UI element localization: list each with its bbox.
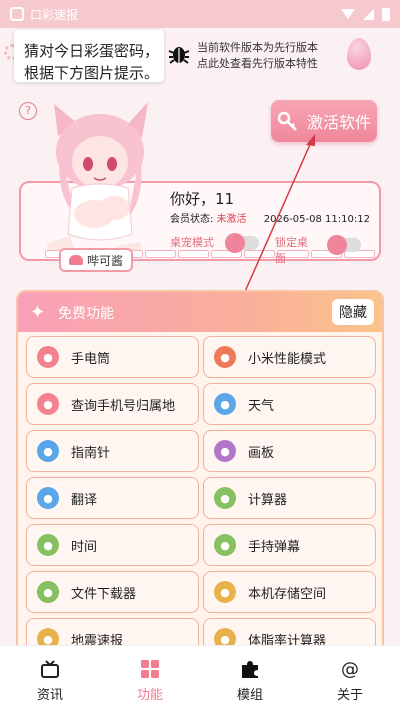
free-functions-panel: ✦ 免费功能 隐藏 ● 手电筒 ● 小米性能模式 ● 查询手机号归属地 ● 天气 ● 指南针 ● 画板…	[16, 290, 384, 660]
hide-button[interactable]: 隐藏	[332, 299, 374, 325]
wifi-icon	[341, 9, 355, 19]
version-line-1: 当前软件版本为先行版本	[197, 41, 318, 54]
easter-egg-hint-card[interactable]: 猜对今日彩蛋密码， 根据下方图片提示。	[14, 30, 164, 82]
grid-icon	[141, 660, 159, 678]
status-icons	[341, 7, 390, 21]
feature-label: 计算器	[248, 492, 288, 508]
feature-item[interactable]: ● 小米性能模式	[203, 336, 376, 378]
panel-title: 免费功能	[58, 306, 114, 322]
drawing-board-icon: ●	[214, 440, 236, 462]
weather-icon: ●	[214, 393, 236, 415]
app-icon	[10, 7, 24, 21]
feature-item[interactable]: ● 文件下载器	[26, 571, 199, 613]
feature-label: 指南针	[71, 445, 111, 461]
lock-desktop-toggle[interactable]	[327, 235, 361, 255]
activate-software-button[interactable]: 激活软件	[271, 100, 377, 142]
at-icon: @	[341, 659, 359, 680]
download-icon: ●	[37, 581, 59, 603]
datetime: 2026-05-08 11:10:12	[263, 214, 370, 225]
mascot-avatar[interactable]	[36, 96, 156, 256]
news-icon	[41, 660, 59, 678]
feature-label: 手持弹幕	[248, 539, 301, 555]
feature-label: 本机存储空间	[248, 586, 327, 602]
feature-item[interactable]: ● 时间	[26, 524, 199, 566]
battery-icon	[382, 7, 390, 21]
help-button[interactable]: ?	[19, 102, 37, 120]
tab-about[interactable]: @ 关于	[300, 646, 400, 710]
status-bar: 口彩速报	[0, 0, 400, 28]
feature-label: 画板	[248, 445, 275, 461]
translate-icon: ●	[37, 487, 59, 509]
compass-icon: ●	[37, 440, 59, 462]
feature-item[interactable]: ● 本机存储空间	[203, 571, 376, 613]
member-status-label: 会员状态:	[170, 214, 214, 225]
tab-news-label: 资讯	[36, 688, 63, 703]
feature-item[interactable]: ● 翻译	[26, 477, 199, 519]
tab-functions[interactable]: 功能	[100, 646, 200, 710]
tab-modules[interactable]: 模组	[200, 646, 300, 710]
feature-label: 翻译	[71, 492, 98, 508]
feature-item[interactable]: ● 查询手机号归属地	[26, 383, 199, 425]
signal-icon	[363, 8, 374, 20]
feature-label: 手电筒	[71, 351, 111, 367]
lock-desktop-label-sub: 面	[275, 252, 286, 265]
feature-item[interactable]: ● 指南针	[26, 430, 199, 472]
feature-item[interactable]: ● 天气	[203, 383, 376, 425]
puzzle-icon	[242, 661, 258, 678]
barrage-icon: ●	[214, 534, 236, 556]
phone-location-icon: ●	[37, 393, 59, 415]
status-title: 口彩速报	[30, 7, 79, 22]
hint-line-1: 猜对今日彩蛋密码，	[24, 42, 160, 60]
bottom-tab-bar: 资讯 功能 模组 @ 关于	[0, 645, 400, 710]
version-line-2: 点此处查看先行版本特性	[197, 57, 318, 70]
feature-label: 查询手机号归属地	[71, 398, 176, 414]
feature-item[interactable]: ● 手持弹幕	[203, 524, 376, 566]
desktop-pet-toggle[interactable]	[225, 233, 259, 253]
feature-label: 时间	[71, 539, 98, 555]
performance-icon: ●	[214, 346, 236, 368]
easter-egg-icon[interactable]	[347, 38, 371, 70]
tab-functions-label: 功能	[136, 688, 163, 703]
feature-label: 天气	[248, 398, 275, 414]
sparkle-icon: ✦	[30, 302, 46, 323]
svg-text:@: @	[341, 659, 359, 680]
member-status-line: 会员状态: 未激活 2026-05-08 11:10:12	[170, 210, 370, 225]
desktop-pet-label: 桌宠模式	[170, 236, 214, 249]
feature-label: 文件下载器	[71, 586, 137, 602]
lock-desktop-label: 锁定桌	[275, 236, 308, 249]
heart-icon	[68, 255, 83, 265]
feature-item[interactable]: ● 手电筒	[26, 336, 199, 378]
feature-item[interactable]: ● 画板	[203, 430, 376, 472]
mascot-name-tag: 哔可酱	[59, 248, 133, 272]
version-notice[interactable]: 当前软件版本为先行版本 点此处查看先行版本特性	[197, 40, 337, 72]
greeting: 你好，11	[170, 190, 235, 208]
feature-label: 小米性能模式	[248, 351, 327, 367]
panel-header: ✦ 免费功能 隐藏	[18, 292, 382, 332]
clock-icon: ●	[37, 534, 59, 556]
tab-about-label: 关于	[336, 688, 363, 703]
feature-item[interactable]: ● 计算器	[203, 477, 376, 519]
bug-icon[interactable]	[167, 42, 191, 66]
mascot-name: 哔可酱	[86, 253, 123, 268]
tab-modules-label: 模组	[236, 688, 263, 703]
key-icon	[277, 111, 297, 131]
activate-label: 激活软件	[306, 113, 371, 132]
flashlight-icon: ●	[37, 346, 59, 368]
member-status-value: 未激活	[216, 214, 247, 225]
hint-line-2: 根据下方图片提示。	[24, 64, 160, 82]
storage-icon: ●	[214, 581, 236, 603]
tab-news[interactable]: 资讯	[0, 646, 100, 710]
calculator-icon: ●	[214, 487, 236, 509]
